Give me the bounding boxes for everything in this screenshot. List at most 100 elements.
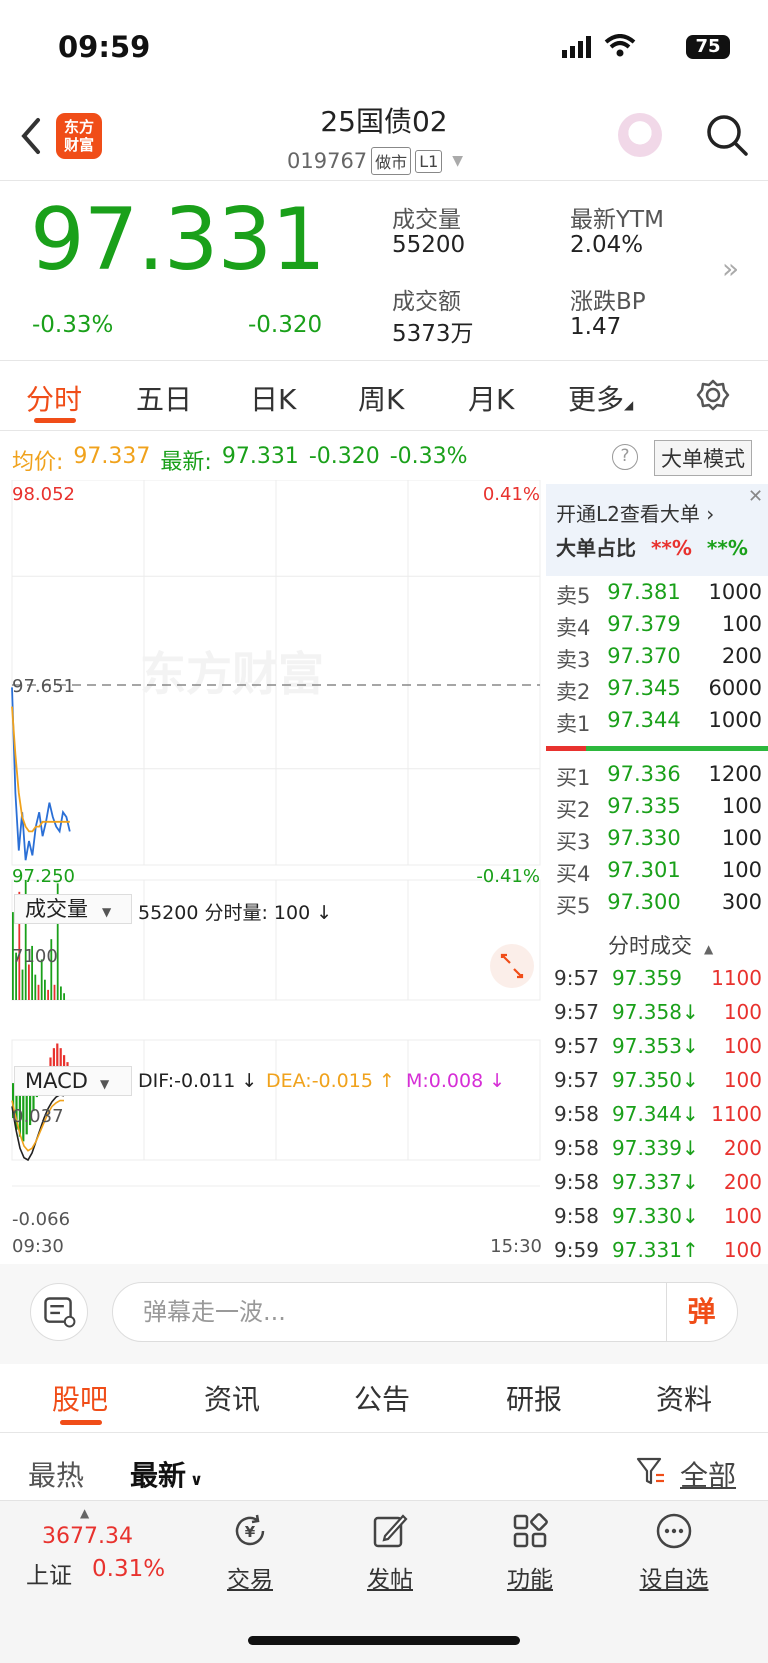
bottom-tab-active-indicator (60, 1420, 102, 1425)
ask-row: 卖1 97.344 1000 (556, 708, 762, 736)
volume-bar (53, 984, 56, 1000)
post-button[interactable]: 发帖 (340, 1512, 440, 1594)
change-value: -0.320 (248, 312, 323, 338)
bid-row: 买4 97.301 100 (556, 858, 762, 886)
tab-news[interactable]: 资讯 (204, 1378, 260, 1418)
tab-five-day[interactable]: 五日 (136, 378, 192, 418)
stock-code: 019767 (287, 149, 368, 173)
axis-price-low: 97.250 (12, 866, 75, 887)
trade-icon: ¥ (235, 1514, 265, 1546)
axis-price-top: 98.052 (12, 484, 75, 505)
status-time: 09:59 (58, 30, 151, 64)
tick-row: 9:58 97.337↓ 200 (554, 1170, 762, 1194)
more-dots-icon (656, 1513, 692, 1549)
functions-button[interactable]: 功能 (480, 1512, 580, 1594)
sort-hottest[interactable]: 最热 (28, 1454, 84, 1494)
intraday-chart[interactable]: 东方财富 98.052 0.41% 97.651 97.250 -0.41% 7… (0, 480, 546, 1260)
level-tag: L1 (415, 149, 443, 173)
trade-button[interactable]: ¥ 交易 (200, 1512, 300, 1594)
amount-value: 5373万 (392, 321, 474, 347)
ask-row: 卖3 97.370 200 (556, 644, 762, 672)
ytm-label: 最新YTM (570, 207, 664, 233)
add-watchlist-button[interactable]: 设自选 (624, 1512, 724, 1594)
volume-bar (44, 979, 46, 1000)
bp-value: 1.47 (570, 314, 622, 340)
big-order-mode-button[interactable]: 大单模式 (654, 440, 752, 476)
tab-guba[interactable]: 股吧 (52, 1378, 108, 1418)
tab-intraday[interactable]: 分时 (26, 378, 82, 418)
avg-value: 97.337 (73, 444, 151, 469)
tick-row: 9:58 97.330↓ 100 (554, 1204, 762, 1228)
sort-newest[interactable]: 最新 ∨ (130, 1454, 203, 1494)
latest-value: 97.331 (221, 444, 299, 469)
time-end: 15:30 (490, 1236, 542, 1257)
tab-monthly-k[interactable]: 月K (468, 378, 514, 418)
volume-indicator-select[interactable]: 成交量 ▼ (14, 894, 132, 924)
cellular-signal-icon (562, 36, 591, 58)
l2-upgrade-link[interactable]: 开通L2查看大单 › (556, 498, 714, 527)
bid-row: 买5 97.300 300 (556, 890, 762, 918)
dropdown-caret-icon: ▼ (452, 153, 464, 169)
price-lines (11, 687, 71, 861)
tick-row: 9:58 97.339↓ 200 (554, 1136, 762, 1160)
filter-all[interactable]: 全部 (680, 1454, 736, 1494)
stock-code-row[interactable]: 019767 做市 L1 ▼ (287, 147, 463, 175)
tick-row: 9:59 97.331↑ 100 (554, 1238, 762, 1262)
volume-bar (37, 984, 40, 1000)
expand-quote-icon[interactable]: » (722, 252, 739, 285)
volume-bar (60, 986, 62, 1000)
volume-bar (47, 989, 49, 1000)
tab-more[interactable]: 更多◢ (568, 378, 633, 418)
axis-price-mid: 97.651 (12, 676, 75, 697)
axis-pct-low: -0.41% (476, 866, 540, 887)
bid-row: 买1 97.336 1200 (556, 762, 762, 790)
edit-icon (373, 1514, 408, 1548)
volume-value: 55200 (392, 232, 466, 258)
macd-dif: DIF:-0.011 ↓ (138, 1070, 258, 1092)
tick-row: 9:57 97.359 1100 (554, 966, 762, 990)
danmu-input[interactable]: 弹幕走一波... (112, 1282, 738, 1342)
tick-row: 9:57 97.350↓ 100 (554, 1068, 762, 1092)
assistant-avatar[interactable] (618, 113, 662, 157)
index-percent: 0.31% (92, 1556, 166, 1582)
time-start: 09:30 (12, 1236, 64, 1257)
volume-bar (34, 974, 37, 1000)
volume-bar (63, 993, 65, 1000)
fullscreen-icon (490, 944, 534, 988)
index-value[interactable]: 3677.34 (42, 1524, 133, 1549)
macd-axis-low: -0.066 (12, 1209, 70, 1230)
ytm-value: 2.04% (570, 232, 644, 258)
tab-research[interactable]: 研报 (506, 1378, 562, 1418)
vol-axis-max: 7100 (12, 946, 58, 967)
big-order-ratio: 大单占比 **% **% (556, 536, 748, 560)
macd-m: M:0.008 ↓ (406, 1070, 506, 1092)
volume-bar (28, 964, 30, 1000)
danmu-toggle-button[interactable]: 弹 (666, 1283, 736, 1341)
latest-price: 97.331 (30, 190, 326, 290)
search-icon[interactable] (704, 112, 750, 158)
comment-list-icon[interactable] (30, 1283, 88, 1341)
latest-label: 最新: (160, 450, 212, 475)
tab-announcements[interactable]: 公告 (354, 1378, 410, 1418)
tab-active-indicator (34, 418, 76, 423)
intraday-info-row: 均价: 97.337 最新: 97.331 -0.320 -0.33% (12, 444, 468, 476)
tab-daily-k[interactable]: 日K (250, 378, 296, 418)
bid-row: 买3 97.330 100 (556, 826, 762, 854)
home-indicator (248, 1636, 520, 1645)
tab-profile[interactable]: 资料 (656, 1378, 712, 1418)
tick-row: 9:57 97.358↓ 100 (554, 1000, 762, 1024)
macd-indicator-select[interactable]: MACD ▼ (14, 1066, 132, 1096)
amount-label: 成交额 (392, 289, 461, 315)
ask-row: 卖2 97.345 6000 (556, 676, 762, 704)
svg-text:¥: ¥ (245, 1523, 256, 1541)
collapse-caret-icon[interactable]: ▲ (80, 1506, 89, 1520)
close-icon[interactable]: ✕ (748, 486, 763, 507)
help-icon[interactable]: ? (612, 444, 638, 470)
change-percent: -0.33% (32, 312, 114, 338)
filter-icon[interactable] (636, 1455, 666, 1487)
tick-row: 9:57 97.353↓ 100 (554, 1034, 762, 1058)
settings-gear-icon[interactable] (696, 378, 730, 412)
macd-dea: DEA:-0.015 ↑ (266, 1070, 395, 1092)
tab-weekly-k[interactable]: 周K (358, 378, 404, 418)
tick-trades-title[interactable]: 分时成交 ▲ (608, 930, 713, 960)
